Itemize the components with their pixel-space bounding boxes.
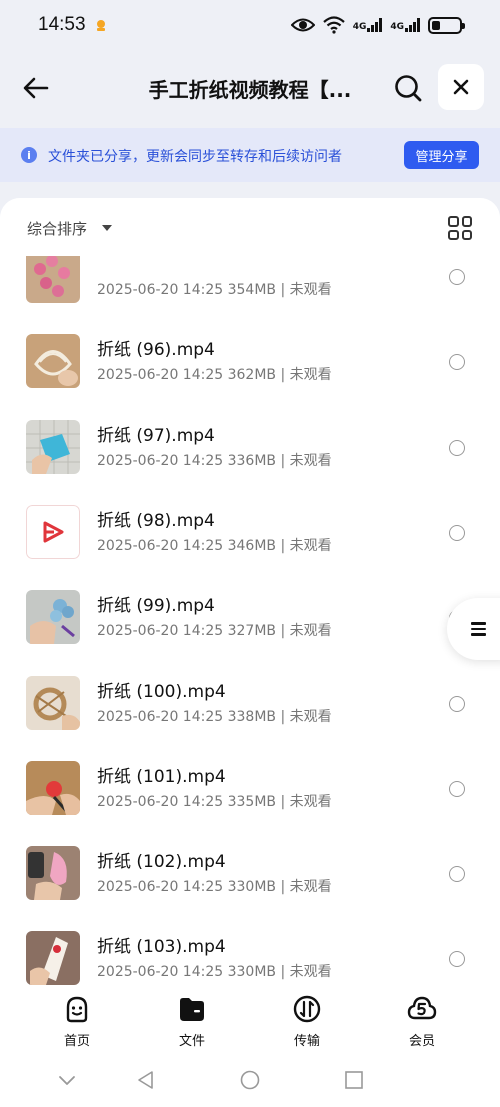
video-thumbnail (26, 590, 80, 645)
status-bar: 14:53 4G 4G (0, 0, 500, 50)
file-row[interactable]: 折纸 (97).mp4 2025-06-20 14:25 336MB | 未观看 (0, 407, 500, 487)
wifi-icon (322, 16, 345, 34)
video-thumbnail (26, 249, 80, 303)
arrow-left-icon[interactable] (20, 72, 52, 104)
caret-down-icon[interactable] (102, 225, 112, 231)
file-row[interactable]: 折纸 (96).mp4 2025-06-20 14:25 362MB | 未观看 (0, 321, 500, 401)
file-name: 折纸 (102).mp4 (97, 852, 226, 873)
select-checkbox[interactable] (449, 524, 465, 541)
video-thumbnail (26, 334, 80, 389)
file-meta: 2025-06-20 14:25 346MB | 未观看 (97, 537, 332, 554)
file-name: 折纸 (96).mp4 (97, 340, 215, 361)
video-thumbnail (26, 760, 80, 815)
select-checkbox[interactable] (449, 269, 465, 285)
file-name: 折纸 (103).mp4 (97, 937, 226, 958)
manage-share-button[interactable]: 管理分享 (404, 141, 479, 169)
tab-transfer-label: 传输 (293, 1034, 320, 1049)
file-meta: 2025-06-20 14:25 362MB | 未观看 (97, 367, 332, 384)
status-time: 14:53 (38, 14, 86, 35)
file-meta: 2025-06-20 14:25 335MB | 未观看 (97, 793, 332, 810)
page-title: 手工折纸视频教程【... (148, 78, 352, 102)
transfer-icon (293, 995, 321, 1023)
video-thumbnail (26, 419, 80, 474)
select-checkbox[interactable] (449, 695, 465, 712)
vip-cloud-icon (407, 996, 437, 1020)
file-list[interactable]: 2025-06-20 14:25 354MB | 未观看折纸 (96).mp4 2… (0, 198, 500, 988)
file-meta: 2025-06-20 14:25 330MB | 未观看 (97, 879, 332, 896)
video-thumbnail (26, 846, 80, 901)
file-row[interactable]: 折纸 (101).mp4 2025-06-20 14:25 335MB | 未观看 (0, 748, 500, 828)
file-row[interactable]: 折纸 (100).mp4 2025-06-20 14:25 338MB | 未观看 (0, 663, 500, 743)
close-button[interactable] (438, 64, 484, 110)
network-type-1: 4G (352, 22, 367, 32)
system-nav-bar (0, 1050, 500, 1107)
tab-files-label: 文件 (178, 1034, 205, 1049)
file-name: 折纸 (98).mp4 (97, 510, 215, 531)
file-name: 折纸 (100).mp4 (97, 681, 226, 702)
select-checkbox[interactable] (449, 951, 465, 968)
header: 手工折纸视频教程【... (0, 50, 500, 128)
file-name: 折纸 (97).mp4 (97, 425, 215, 446)
side-menu-handle[interactable] (447, 598, 500, 660)
status-left: 14:53 (38, 14, 108, 36)
file-meta: 2025-06-20 14:25 354MB | 未观看 (97, 282, 332, 298)
file-meta: 2025-06-20 14:25 327MB | 未观看 (97, 623, 332, 640)
folder-icon (180, 998, 204, 1021)
bottom-tab-bar: 首页 文件 传输 会员 (0, 988, 500, 1050)
file-row[interactable]: 折纸 (103).mp4 2025-06-20 14:25 330MB | 未观看 (0, 918, 500, 988)
file-row[interactable]: 折纸 (102).mp4 2025-06-20 14:25 330MB | 未观看 (0, 833, 500, 913)
home-face-icon (66, 996, 88, 1023)
file-meta: 2025-06-20 14:25 336MB | 未观看 (97, 452, 332, 469)
file-row[interactable]: 折纸 (99).mp4 2025-06-20 14:25 327MB | 未观看 (0, 577, 500, 657)
chevron-down-icon[interactable] (57, 1070, 77, 1090)
signal-2-icon: 4G (390, 18, 420, 32)
video-thumbnail (26, 504, 80, 559)
menu-icon (471, 619, 486, 639)
grid-view-icon[interactable] (448, 216, 472, 240)
file-row[interactable]: 折纸 (98).mp4 2025-06-20 14:25 346MB | 未观看 (0, 492, 500, 572)
tab-vip-label: 会员 (408, 1034, 435, 1049)
sort-dropdown[interactable]: 综合排序 (27, 218, 87, 239)
tab-home-label: 首页 (63, 1034, 90, 1049)
tab-vip[interactable]: 会员 (392, 994, 452, 1049)
select-checkbox[interactable] (449, 439, 465, 456)
file-meta: 2025-06-20 14:25 338MB | 未观看 (97, 708, 332, 725)
file-name: 折纸 (99).mp4 (97, 596, 215, 617)
notification-app-icon (96, 20, 105, 31)
eye-comfort-icon (290, 18, 315, 32)
file-list-panel: 2025-06-20 14:25 354MB | 未观看折纸 (96).mp4 2… (0, 198, 500, 988)
search-icon[interactable] (392, 72, 424, 104)
status-right: 4G 4G (290, 16, 465, 34)
sort-bar: 综合排序 (0, 198, 500, 256)
nav-back-icon[interactable] (136, 1070, 156, 1090)
close-icon (453, 79, 469, 95)
select-checkbox[interactable] (449, 866, 465, 883)
nav-recents-icon[interactable] (344, 1070, 364, 1090)
share-banner: i 文件夹已分享，更新会同步至转存和后续访问者 管理分享 (0, 128, 500, 182)
battery-icon (428, 16, 465, 34)
select-checkbox[interactable] (449, 354, 465, 371)
signal-1-icon: 4G (353, 18, 383, 32)
select-checkbox[interactable] (449, 780, 465, 797)
file-meta: 2025-06-20 14:25 330MB | 未观看 (97, 964, 332, 981)
video-thumbnail (26, 931, 80, 986)
tab-transfer[interactable]: 传输 (277, 994, 337, 1049)
nav-home-icon[interactable] (240, 1070, 260, 1090)
video-thumbnail (26, 675, 80, 730)
file-name: 折纸 (101).mp4 (97, 766, 226, 787)
info-icon: i (21, 147, 37, 163)
share-banner-text: 文件夹已分享，更新会同步至转存和后续访问者 (48, 149, 342, 165)
network-type-2: 4G (390, 22, 404, 32)
tab-files[interactable]: 文件 (162, 994, 222, 1049)
tab-home[interactable]: 首页 (47, 994, 107, 1049)
